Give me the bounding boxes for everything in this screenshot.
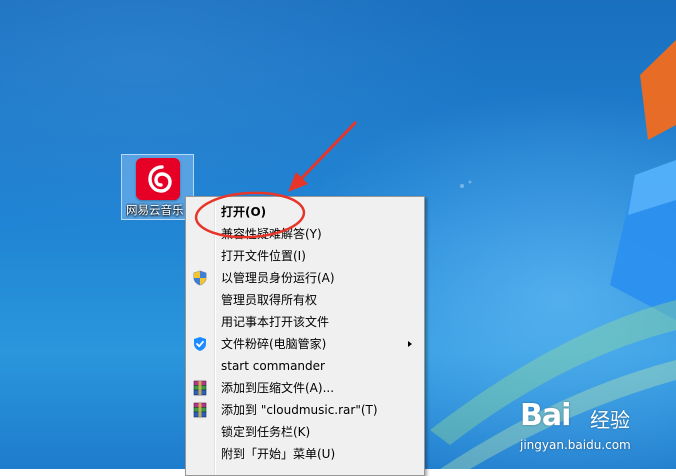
menu-item-open-with-notepad[interactable]: 用记事本打开该文件 [188, 311, 422, 333]
netease-cloud-music-icon [136, 158, 180, 200]
menu-item-pin-to-start-menu[interactable]: 附到「开始」菜单(U) [188, 443, 422, 465]
menu-item-label: start commander [221, 359, 325, 373]
menu-item-label: 兼容性疑难解答(Y) [221, 227, 322, 241]
tencent-pc-manager-icon [192, 336, 208, 352]
watermark-brand: Bai [520, 398, 571, 433]
menu-item-start-commander[interactable]: start commander [188, 355, 422, 377]
desktop-icon-label: 网易云音乐 [126, 203, 184, 217]
menu-item-open-file-location[interactable]: 打开文件位置(I) [188, 245, 422, 267]
menu-item-run-as-administrator[interactable]: 以管理员身份运行(A) [188, 267, 422, 289]
menu-item-pin-to-taskbar[interactable]: 锁定到任务栏(K) [188, 421, 422, 443]
desktop-icon-netease-cloud-music[interactable]: 网易云音乐 [121, 154, 194, 220]
menu-item-label: 用记事本打开该文件 [221, 315, 330, 329]
menu-item-label: 附到「开始」菜单(U) [221, 447, 336, 461]
baidu-jingyan-watermark: Bai 经验 jingyan.baidu.com [520, 398, 670, 458]
menu-item-label: 管理员取得所有权 [221, 293, 318, 307]
menu-item-label: 打开文件位置(I) [221, 249, 306, 263]
winrar-icon [192, 402, 208, 418]
winrar-icon [192, 380, 208, 396]
watermark-brand-suffix: 经验 [590, 408, 630, 432]
menu-item-open[interactable]: 打开(O) [188, 201, 422, 223]
menu-item-label: 添加到 "cloudmusic.rar"(T) [221, 403, 378, 417]
watermark-url: jingyan.baidu.com [520, 438, 631, 452]
menu-item-add-to-archive[interactable]: 添加到压缩文件(A)... [188, 377, 422, 399]
submenu-arrow-icon [408, 341, 412, 347]
menu-item-label: 文件粉碎(电脑管家) [221, 337, 327, 351]
menu-item-label: 锁定到任务栏(K) [221, 425, 311, 439]
menu-item-label: 打开(O) [221, 205, 267, 219]
menu-item-label: 添加到压缩文件(A)... [221, 381, 335, 395]
menu-item-add-to-cloudmusic-rar[interactable]: 添加到 "cloudmusic.rar"(T) [188, 399, 422, 421]
context-menu: 打开(O) 兼容性疑难解答(Y) 打开文件位置(I) 以管理员身份运行(A) 管… [185, 196, 425, 476]
menu-item-file-shredder[interactable]: 文件粉碎(电脑管家) [188, 333, 422, 355]
uac-shield-icon [192, 270, 208, 286]
menu-item-troubleshoot-compatibility[interactable]: 兼容性疑难解答(Y) [188, 223, 422, 245]
menu-item-label: 以管理员身份运行(A) [221, 271, 335, 285]
menu-item-take-ownership[interactable]: 管理员取得所有权 [188, 289, 422, 311]
